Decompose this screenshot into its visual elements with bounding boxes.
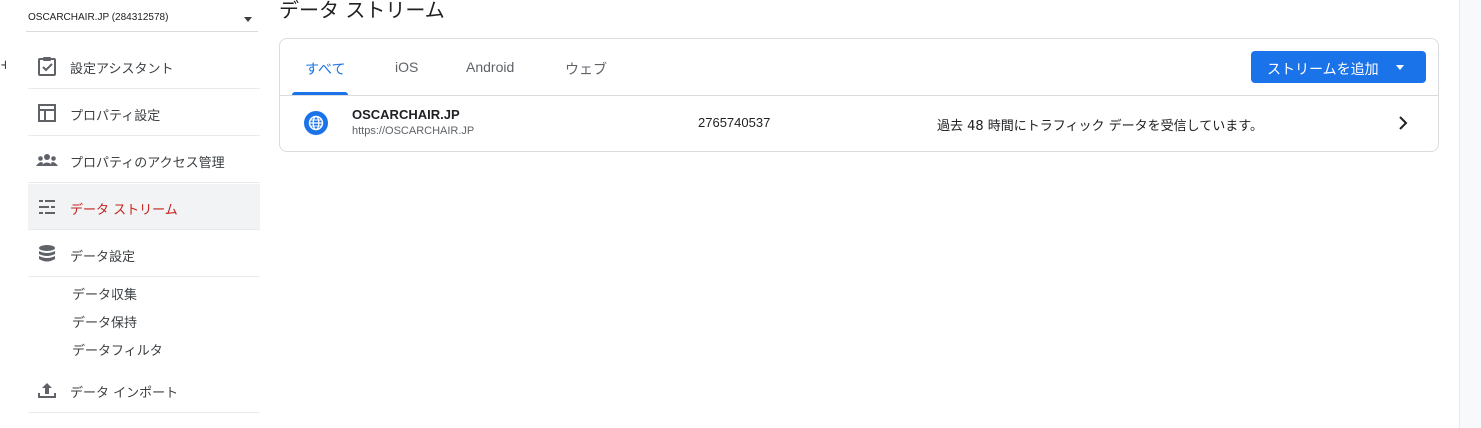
database-icon [36, 243, 58, 265]
sidebar-item-label: プロパティ設定 [70, 109, 161, 124]
sidebar-item-label: データ インポート [70, 386, 179, 401]
tab-web[interactable]: ウェブ [565, 59, 607, 79]
property-selector[interactable]: OSCARCHAIR.JP (284312578) [26, 4, 258, 32]
stream-row[interactable]: OSCARCHAIR.JP https://OSCARCHAIR.JP 2765… [280, 95, 1438, 151]
stream-id: 2765740537 [698, 115, 771, 130]
sidebar-item-label: 設定アシスタント [70, 62, 174, 77]
sidebar-item-label: プロパティのアクセス管理 [70, 156, 225, 171]
stream-name: OSCARCHAIR.JP [352, 107, 460, 122]
data-streams-icon [36, 196, 58, 218]
upload-icon [36, 379, 58, 401]
layout-icon [36, 102, 58, 124]
sidebar-item-property-settings[interactable]: プロパティ設定 [28, 90, 260, 136]
streams-card: すべて iOS Android ウェブ ストリームを追加 OSCARCHAIR.… [279, 38, 1439, 152]
tab-android[interactable]: Android [466, 59, 514, 75]
property-selector-label: OSCARCHAIR.JP (284312578) [28, 12, 169, 23]
platform-tabs: すべて iOS Android ウェブ ストリームを追加 [280, 39, 1438, 96]
stream-url: https://OSCARCHAIR.JP [352, 125, 475, 137]
sidebar-item-property-access[interactable]: プロパティのアクセス管理 [28, 137, 260, 183]
sidebar-item-data-settings[interactable]: データ設定 [28, 231, 260, 277]
sidebar-item-label: データ ストリーム [70, 203, 178, 218]
sidebar-item-data-import[interactable]: データ インポート [28, 367, 260, 413]
dropdown-caret-icon [1396, 65, 1404, 70]
sidebar-item-data-streams[interactable]: データ ストリーム [28, 184, 260, 230]
add-stream-button-label: ストリームを追加 [1267, 62, 1379, 78]
add-stream-button[interactable]: ストリームを追加 [1251, 51, 1426, 83]
sidebar-item-label: データ設定 [70, 250, 136, 265]
scrollbar[interactable] [1459, 0, 1481, 428]
dropdown-caret-icon [244, 17, 252, 22]
tab-all[interactable]: すべて [305, 59, 345, 79]
page-title: データ ストリーム [279, 0, 445, 22]
stream-status: 過去 48 時間にトラフィック データを受信しています。 [937, 119, 1263, 134]
chevron-right-icon[interactable] [1394, 114, 1412, 132]
people-icon [36, 149, 58, 171]
sidebar-item-setup-assistant[interactable]: 設定アシスタント [28, 43, 260, 89]
globe-icon [304, 111, 328, 135]
checklist-icon [36, 55, 58, 77]
sidebar-subitem-data-collection[interactable]: データ収集 [72, 284, 137, 303]
sidebar-subitem-data-filters[interactable]: データフィルタ [72, 340, 163, 359]
tab-ios[interactable]: iOS [395, 59, 418, 75]
sidebar: OSCARCHAIR.JP (284312578) 設定アシスタント プロパティ… [26, 0, 260, 428]
sidebar-subitem-data-retention[interactable]: データ保持 [72, 312, 137, 331]
collapse-toggle[interactable]: + [0, 58, 6, 74]
